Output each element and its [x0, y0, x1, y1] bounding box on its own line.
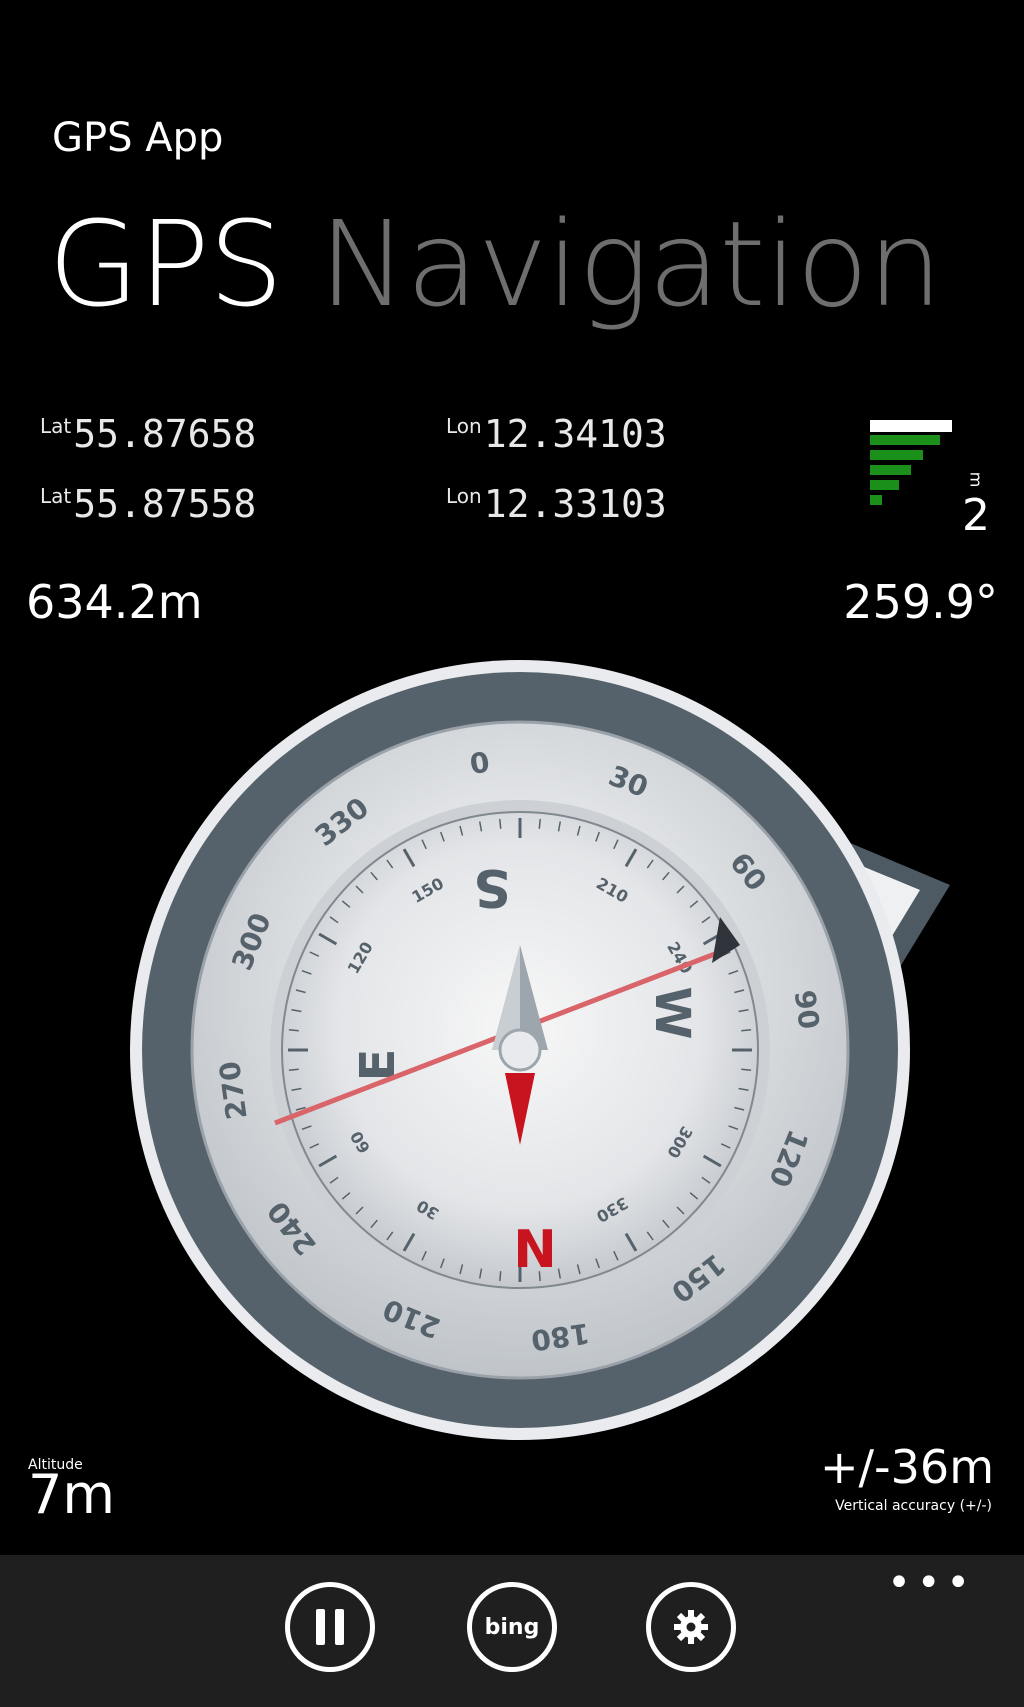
lon-value: 12.34103 [483, 412, 667, 456]
signal-bar [870, 465, 911, 475]
bing-icon: bing [484, 1614, 540, 1640]
compass-tick [741, 1068, 752, 1071]
satellite-unit: m [966, 471, 986, 488]
distance-value: 634.2m [26, 575, 203, 629]
signal-bar [870, 480, 899, 490]
compass-tick [288, 1029, 299, 1032]
settings-button[interactable] [646, 1582, 736, 1672]
current-longitude: Lon12.34103 [446, 412, 667, 456]
cardinal-s: S [473, 857, 510, 917]
lon-value: 12.33103 [483, 482, 667, 526]
compass: 0 306090120150180210240270300330 30601201… [130, 660, 950, 1440]
lon-label: Lon [446, 484, 482, 508]
compass-tick [538, 818, 541, 829]
vertical-accuracy-value: +/-36m [820, 1440, 994, 1494]
compass-tick [499, 818, 502, 829]
app-title: GPS App [52, 115, 224, 161]
vertical-accuracy-label: Vertical accuracy (+/-) [835, 1498, 992, 1514]
compass-tick [499, 1271, 502, 1282]
lon-label: Lon [446, 414, 482, 438]
pivot-item-navigation[interactable]: Navigation [319, 195, 942, 333]
compass-tick [288, 1068, 299, 1071]
pause-icon [316, 1609, 344, 1645]
cardinal-n: N [513, 1220, 557, 1280]
needle-pivot [498, 1028, 542, 1072]
altitude-value: 7m [28, 1463, 115, 1526]
bearing-value: 259.9° [843, 575, 998, 629]
satellite-count: 2 [962, 490, 990, 541]
lat-label: Lat [40, 484, 72, 508]
lat-value: 55.87658 [73, 412, 257, 456]
lat-value: 55.87558 [73, 482, 257, 526]
bing-maps-button[interactable]: bing [467, 1582, 557, 1672]
lat-label: Lat [40, 414, 72, 438]
target-latitude: Lat55.87558 [40, 482, 256, 526]
pause-button[interactable] [285, 1582, 375, 1672]
target-longitude: Lon12.33103 [446, 482, 667, 526]
current-latitude: Lat55.87658 [40, 412, 256, 456]
bezel-label: 90 [788, 988, 826, 1031]
compass-tick [741, 1029, 752, 1032]
signal-bar [870, 495, 882, 505]
cardinal-w: W [644, 987, 700, 1040]
signal-bar [870, 420, 952, 432]
signal-bar [870, 450, 923, 460]
more-button[interactable]: ••• [887, 1560, 976, 1606]
signal-bar [870, 435, 940, 445]
pivot-item-gps[interactable]: GPS [48, 195, 283, 333]
gear-icon [674, 1610, 708, 1644]
pivot-header: GPS Navigation [48, 195, 942, 333]
